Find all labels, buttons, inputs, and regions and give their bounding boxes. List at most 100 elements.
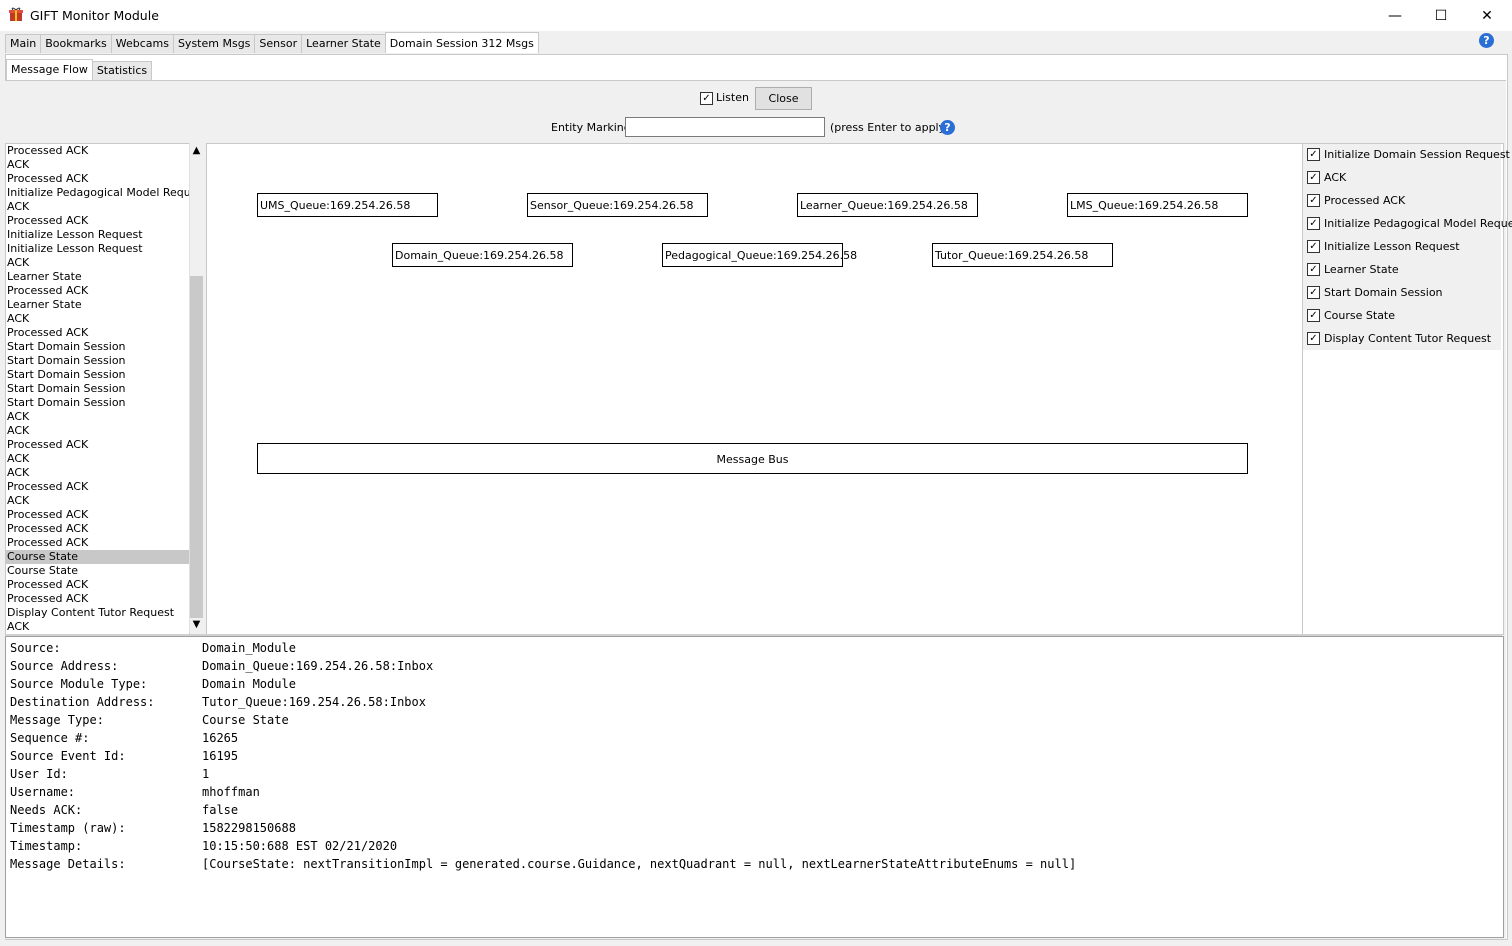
list-item[interactable]: ACK [6, 256, 189, 270]
main-tab-bar: Main Bookmarks Webcams System Msgs Senso… [5, 32, 539, 54]
list-item[interactable]: Processed ACK [6, 480, 189, 494]
filter-item[interactable]: ✓ ACK [1307, 168, 1346, 186]
list-item[interactable]: ACK [6, 494, 189, 508]
scroll-down-arrow-icon[interactable]: ▼ [189, 619, 204, 633]
list-item[interactable]: Display Content Tutor Request [6, 606, 189, 620]
filter-item[interactable]: ✓ Initialize Domain Session Request [1307, 145, 1510, 163]
filter-label: Initialize Pedagogical Model Request [1324, 216, 1512, 230]
filter-checkbox[interactable]: ✓ [1307, 216, 1320, 230]
close-button[interactable]: Close [755, 87, 812, 110]
gift-app-icon [9, 7, 23, 21]
minimize-button[interactable]: — [1372, 0, 1418, 31]
queue-pedagogical[interactable]: Pedagogical_Queue:169.254.26.58 [662, 243, 857, 267]
list-item[interactable]: ACK [6, 452, 189, 466]
list-item[interactable]: Processed ACK [6, 438, 189, 452]
filter-checkbox[interactable]: ✓ [1307, 239, 1320, 253]
list-item[interactable]: Start Domain Session [6, 368, 189, 382]
detail-label: Source Event Id: [10, 749, 126, 763]
filter-checkbox[interactable]: ✓ [1307, 331, 1320, 345]
queue-lms[interactable]: LMS_Queue:169.254.26.58 [1067, 193, 1248, 217]
filter-checkbox[interactable]: ✓ [1307, 308, 1320, 322]
list-item[interactable]: Processed ACK [6, 214, 189, 228]
tab-main[interactable]: Main [5, 34, 42, 53]
help-icon[interactable]: ? [940, 120, 955, 135]
entity-marking-input[interactable] [625, 117, 825, 137]
filter-checkbox[interactable]: ✓ [1307, 170, 1320, 184]
list-item[interactable]: Processed ACK [6, 578, 189, 592]
queue-tutor[interactable]: Tutor_Queue:169.254.26.58 [932, 243, 1113, 267]
list-item[interactable]: Initialize Lesson Request [6, 228, 189, 242]
list-item[interactable]: ACK [6, 620, 189, 634]
list-item[interactable]: Course State [6, 564, 189, 578]
tab-bookmarks[interactable]: Bookmarks [40, 34, 112, 53]
tab-system-msgs[interactable]: System Msgs [172, 34, 256, 53]
queue-ums[interactable]: UMS_Queue:169.254.26.58 [257, 193, 438, 217]
filter-checkbox[interactable]: ✓ [1307, 285, 1320, 299]
title-bar [0, 0, 1512, 31]
list-item[interactable]: ACK [6, 466, 189, 480]
list-item[interactable]: Initialize Lesson Request [6, 242, 189, 256]
message-bus[interactable]: Message Bus [257, 443, 1248, 474]
list-item[interactable]: ACK [6, 200, 189, 214]
filter-checkbox[interactable]: ✓ [1307, 147, 1320, 161]
message-list[interactable]: Processed ACK ACK Processed ACK Initialize … [5, 143, 190, 635]
list-item[interactable]: Start Domain Session [6, 340, 189, 354]
filter-label: Course State [1324, 308, 1396, 322]
list-item[interactable]: Processed ACK [6, 172, 189, 186]
tab-webcams[interactable]: Webcams [110, 34, 174, 53]
list-item[interactable]: Learner State [6, 270, 189, 284]
queue-domain[interactable]: Domain_Queue:169.254.26.58 [392, 243, 573, 267]
filter-label: Display Content Tutor Request [1324, 331, 1492, 345]
list-item[interactable]: Processed ACK [6, 592, 189, 606]
help-icon[interactable]: ? [1479, 33, 1494, 48]
listen-checkbox[interactable]: ✓ [700, 92, 713, 105]
detail-value: Domain_Module [202, 641, 296, 655]
filter-item[interactable]: ✓ Course State [1307, 306, 1395, 324]
list-item[interactable]: Processed ACK [6, 536, 189, 550]
tab-statistics[interactable]: Statistics [91, 61, 153, 80]
filter-label: Initialize Lesson Request [1324, 239, 1460, 253]
list-item[interactable]: Start Domain Session [6, 396, 189, 410]
filter-item[interactable]: ✓ Start Domain Session [1307, 283, 1443, 301]
list-item[interactable]: Initialize Pedagogical Model Request [6, 186, 189, 200]
filter-checkbox[interactable]: ✓ [1307, 262, 1320, 276]
queue-learner[interactable]: Learner_Queue:169.254.26.58 [797, 193, 978, 217]
close-window-button[interactable]: ✕ [1464, 0, 1510, 31]
filter-checkbox[interactable]: ✓ [1307, 193, 1320, 207]
tab-domain-session[interactable]: Domain Session 312 Msgs [384, 32, 539, 53]
detail-label: Username: [10, 785, 76, 799]
detail-label: Destination Address: [10, 695, 155, 709]
list-item[interactable]: Learner State [6, 298, 189, 312]
scrollbar-thumb[interactable] [190, 276, 203, 618]
list-item[interactable]: Processed ACK [6, 326, 189, 340]
list-item[interactable]: Processed ACK [6, 508, 189, 522]
queue-sensor[interactable]: Sensor_Queue:169.254.26.58 [527, 193, 708, 217]
scroll-up-arrow-icon[interactable]: ▲ [189, 145, 204, 159]
detail-value: Domain_Queue:169.254.26.58:Inbox [202, 659, 434, 673]
filter-item[interactable]: ✓ Processed ACK [1307, 191, 1405, 209]
detail-value: 1 [202, 767, 210, 781]
tab-learner-state[interactable]: Learner State [301, 34, 386, 53]
list-item[interactable]: ACK [6, 312, 189, 326]
list-item[interactable]: Processed ACK [6, 522, 189, 536]
tab-sensor[interactable]: Sensor [254, 34, 303, 53]
detail-value: false [202, 803, 239, 817]
tab-message-flow[interactable]: Message Flow [6, 59, 93, 80]
list-item[interactable]: ACK [6, 410, 189, 424]
detail-label: Source Module Type: [10, 677, 148, 691]
filter-item[interactable]: ✓ Learner State [1307, 260, 1399, 278]
list-item[interactable]: Processed ACK [6, 144, 189, 158]
list-item[interactable]: Start Domain Session [6, 382, 189, 396]
list-item[interactable]: Start Domain Session [6, 354, 189, 368]
list-item[interactable]: ACK [6, 158, 189, 172]
filter-item[interactable]: ✓ Initialize Pedagogical Model Request [1307, 214, 1512, 232]
list-item[interactable]: Processed ACK [6, 284, 189, 298]
filter-item[interactable]: ✓ Display Content Tutor Request [1307, 329, 1491, 347]
detail-label: Sequence #: [10, 731, 90, 745]
list-item[interactable]: ACK [6, 424, 189, 438]
detail-value: [CourseState: nextTransitionImpl = gener… [202, 857, 1077, 871]
filter-item[interactable]: ✓ Initialize Lesson Request [1307, 237, 1460, 255]
detail-label: Timestamp: [10, 839, 83, 853]
list-item[interactable]: Course State [6, 550, 189, 564]
maximize-button[interactable]: ☐ [1418, 0, 1464, 31]
